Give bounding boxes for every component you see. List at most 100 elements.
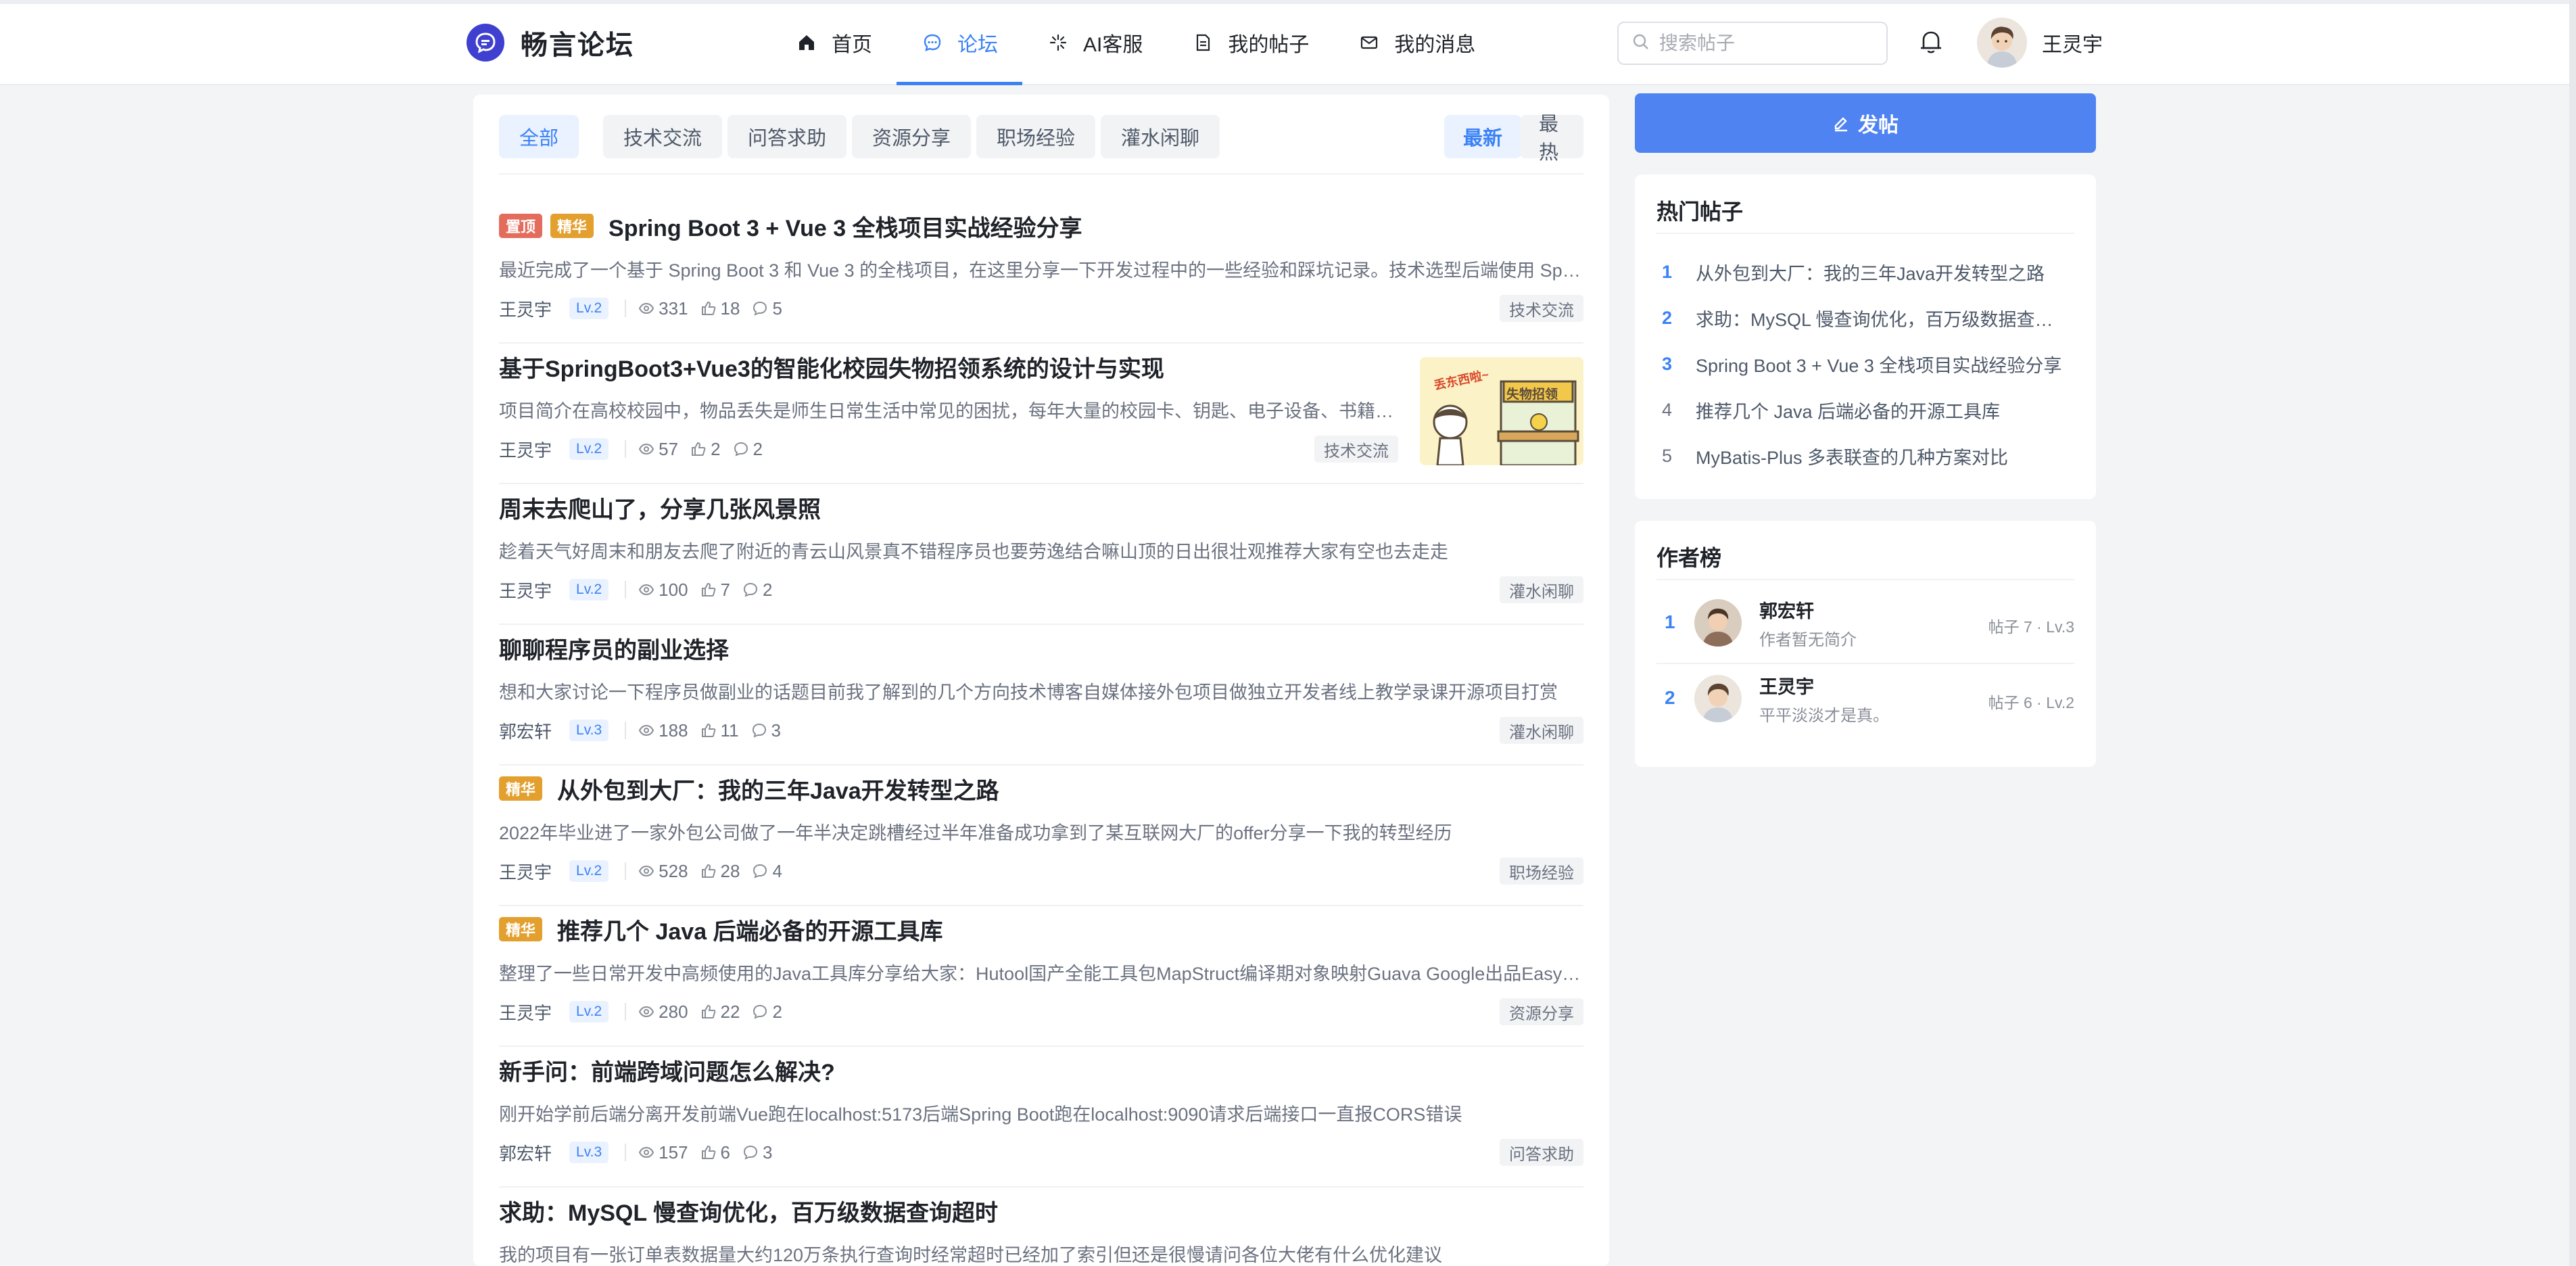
bell-icon[interactable] — [1915, 26, 1947, 58]
post-title[interactable]: 从外包到大厂：我的三年Java开发转型之路 — [557, 772, 999, 805]
level-badge: Lv.2 — [569, 860, 609, 882]
post-item[interactable]: 置顶 精华 Spring Boot 3 + Vue 3 全栈项目实战经验分享 最… — [499, 203, 1583, 344]
category-tag[interactable]: 问答求助 — [1500, 1139, 1583, 1166]
like-count[interactable]: 6 — [700, 1142, 730, 1163]
search-icon — [1632, 33, 1650, 54]
nav-my-posts[interactable]: 我的帖子 — [1167, 0, 1333, 85]
user-menu[interactable]: 王灵宇 — [1977, 18, 2103, 68]
view-count: 528 — [638, 861, 688, 882]
post-title-row: 聊聊程序员的副业选择 — [499, 632, 729, 664]
new-post-button[interactable]: 发帖 — [1635, 93, 2096, 153]
view-count: 331 — [638, 298, 688, 319]
category-chat[interactable]: 灌水闲聊 — [1101, 115, 1220, 158]
category-tag[interactable]: 灌水闲聊 — [1500, 717, 1583, 744]
site-logo[interactable]: 畅言论坛 — [467, 23, 634, 62]
post-author[interactable]: 郭宏轩 — [499, 718, 552, 743]
like-count[interactable]: 2 — [690, 438, 721, 460]
nav-my-messages[interactable]: 我的消息 — [1333, 0, 1500, 85]
post-item[interactable]: 聊聊程序员的副业选择 想和大家讨论一下程序员做副业的话题目前我了解到的几个方向技… — [499, 625, 1583, 766]
comment-count: 3 — [742, 1142, 772, 1163]
hot-post-item[interactable]: 2 求助：MySQL 慢查询优化，百万级数据查询... — [1662, 303, 2068, 333]
post-author[interactable]: 王灵宇 — [499, 437, 552, 462]
post-author[interactable]: 王灵宇 — [499, 296, 552, 321]
post-title[interactable]: 推荐几个 Java 后端必备的开源工具库 — [557, 913, 943, 946]
essence-badge: 精华 — [550, 214, 594, 238]
post-item[interactable]: 精华 推荐几个 Java 后端必备的开源工具库 整理了一些日常开发中高频使用的J… — [499, 906, 1583, 1047]
post-meta: 王灵宇 Lv.2 528 28 4 — [499, 855, 794, 887]
like-count-value: 2 — [711, 438, 721, 459]
hot-post-item[interactable]: 1 从外包到大厂：我的三年Java开发转型之路 — [1662, 257, 2068, 287]
category-all[interactable]: 全部 — [499, 115, 579, 158]
category-resources[interactable]: 资源分享 — [852, 115, 972, 158]
post-meta: 王灵宇 Lv.2 280 22 2 — [499, 995, 794, 1028]
category-tech[interactable]: 技术交流 — [603, 115, 723, 158]
post-meta: 郭宏轩 Lv.3 188 11 3 — [499, 714, 793, 747]
post-title[interactable]: 新手问：前端跨域问题怎么解决? — [499, 1054, 835, 1087]
post-title[interactable]: 求助：MySQL 慢查询优化，百万级数据查询超时 — [499, 1194, 998, 1227]
post-excerpt: 我的项目有一张订单表数据量大约120万条执行查询时经常超时已经加了索引但还是很慢… — [499, 1245, 1443, 1265]
post-thumbnail[interactable]: 失物招领 丢东西啦~ — [1420, 357, 1583, 465]
view-count: 57 — [638, 439, 678, 460]
category-tag[interactable]: 职场经验 — [1500, 858, 1583, 885]
view-count: 280 — [638, 1002, 688, 1023]
like-count[interactable]: 11 — [700, 720, 739, 741]
post-title[interactable]: 聊聊程序员的副业选择 — [499, 632, 729, 665]
post-excerpt: 最近完成了一个基于 Spring Boot 3 和 Vue 3 的全栈项目，在这… — [499, 260, 1583, 281]
hot-post-item[interactable]: 3 Spring Boot 3 + Vue 3 全栈项目实战经验分享 — [1662, 349, 2068, 379]
nav-ai-service[interactable]: AI客服 — [1022, 0, 1167, 85]
nav-forum[interactable]: 论坛 — [897, 0, 1022, 85]
essence-badge: 精华 — [499, 776, 543, 801]
hot-post-item[interactable]: 4 推荐几个 Java 后端必备的开源工具库 — [1662, 395, 2068, 425]
category-tag[interactable]: 技术交流 — [1314, 436, 1398, 463]
search-input[interactable] — [1659, 32, 1876, 54]
author-row[interactable]: 2 王灵宇 平平淡淡才是真。 帖子 6 · Lv.2 — [1656, 664, 2074, 740]
site-name: 畅言论坛 — [521, 30, 634, 60]
hot-rank: 1 — [1662, 261, 1673, 282]
post-title[interactable]: 周末去爬山了，分享几张风景照 — [499, 491, 821, 524]
category-qa[interactable]: 问答求助 — [728, 115, 847, 158]
post-title[interactable]: 基于SpringBoot3+Vue3的智能化校园失物招领系统的设计与实现 — [499, 350, 1164, 383]
comment-count: 3 — [751, 720, 781, 741]
post-item[interactable]: 周末去爬山了，分享几张风景照 趁着天气好周末和朋友去爬了附近的青云山风景真不错程… — [499, 484, 1583, 625]
like-count[interactable]: 22 — [700, 1002, 740, 1023]
category-tag[interactable]: 灌水闲聊 — [1500, 576, 1583, 603]
scrollbar[interactable] — [2569, 0, 2576, 1266]
like-count[interactable]: 28 — [700, 861, 740, 882]
thumbs-up-icon — [701, 1145, 715, 1159]
post-item[interactable]: 精华 从外包到大厂：我的三年Java开发转型之路 2022年毕业进了一家外包公司… — [499, 766, 1583, 906]
author-stats: 帖子 6 · Lv.2 — [1988, 694, 2074, 711]
sort-latest[interactable]: 最新 — [1444, 115, 1522, 158]
document-icon — [1191, 31, 1214, 54]
author-bio: 平平淡淡才是真。 — [1759, 707, 1889, 725]
author-row[interactable]: 1 郭宏轩 作者暂无简介 帖子 7 · Lv.3 — [1656, 588, 2074, 664]
category-tag[interactable]: 技术交流 — [1500, 295, 1583, 322]
hot-rank: 2 — [1662, 307, 1673, 328]
post-item[interactable]: 求助：MySQL 慢查询优化，百万级数据查询超时 我的项目有一张订单表数据量大约… — [499, 1188, 1583, 1266]
post-excerpt: 整理了一些日常开发中高频使用的Java工具库分享给大家：Hutool国产全能工具… — [499, 964, 1583, 984]
post-author[interactable]: 王灵宇 — [499, 578, 552, 603]
post-author[interactable]: 王灵宇 — [499, 1000, 552, 1025]
like-count[interactable]: 18 — [700, 298, 740, 319]
pinned-badge: 置顶 — [499, 214, 543, 238]
category-tag[interactable]: 资源分享 — [1500, 998, 1583, 1025]
author-stats: 帖子 7 · Lv.3 — [1988, 618, 2074, 636]
logo-chat-icon — [467, 24, 504, 62]
comment-count-value: 2 — [763, 579, 773, 600]
sort-hottest[interactable]: 最热 — [1520, 114, 1583, 164]
post-author[interactable]: 王灵宇 — [499, 859, 552, 884]
thumbs-up-icon — [701, 864, 715, 878]
hot-rank: 4 — [1662, 399, 1673, 420]
comment-icon — [753, 1004, 767, 1019]
comment-icon — [752, 723, 766, 738]
post-item[interactable]: 基于SpringBoot3+Vue3的智能化校园失物招领系统的设计与实现 项目简… — [499, 344, 1583, 484]
hot-post-item[interactable]: 5 MyBatis-Plus 多表联查的几种方案对比 — [1662, 441, 2068, 471]
level-badge: Lv.3 — [569, 720, 609, 741]
thumbs-up-icon — [692, 442, 706, 456]
post-author[interactable]: 郭宏轩 — [499, 1140, 552, 1165]
nav-home[interactable]: 首页 — [771, 0, 897, 85]
comment-count-value: 2 — [772, 1001, 782, 1022]
like-count[interactable]: 7 — [700, 580, 730, 601]
post-title[interactable]: Spring Boot 3 + Vue 3 全栈项目实战经验分享 — [609, 210, 1082, 243]
category-career[interactable]: 职场经验 — [976, 115, 1096, 158]
post-item[interactable]: 新手问：前端跨域问题怎么解决? 刚开始学前后端分离开发前端Vue跑在localh… — [499, 1047, 1583, 1188]
